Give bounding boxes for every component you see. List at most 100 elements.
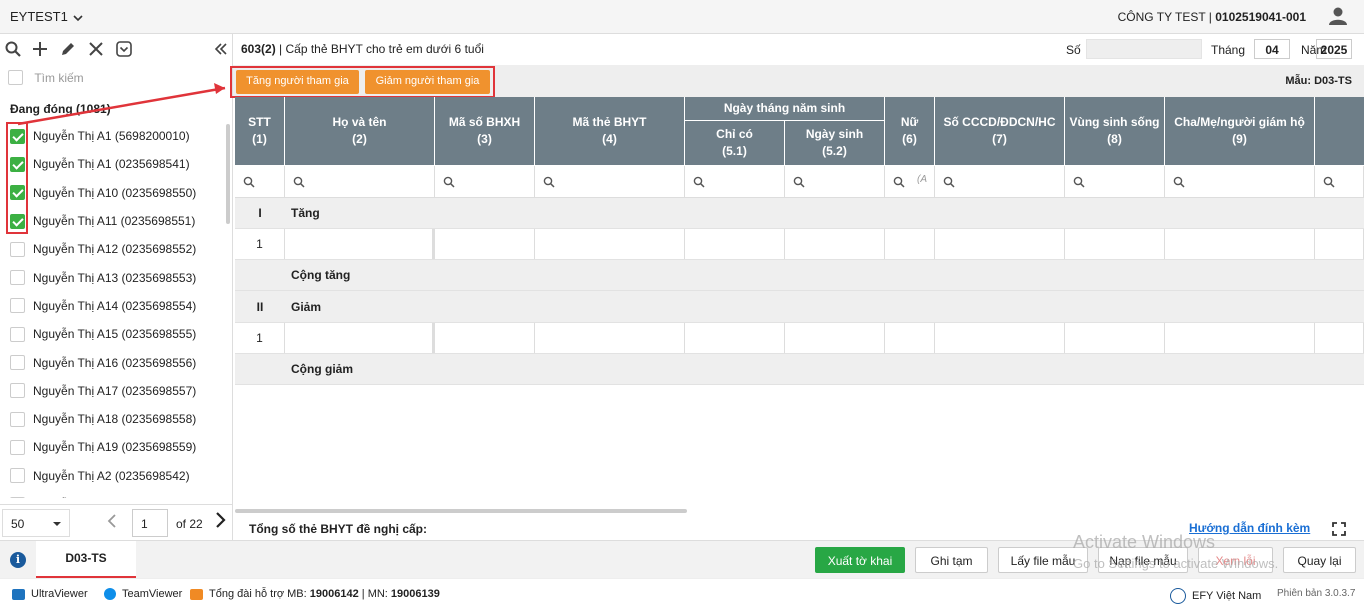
column-filter[interactable] (285, 166, 435, 198)
list-item[interactable]: Nguyễn Thị A2 (0235698542) (0, 462, 228, 490)
search-icon (1323, 176, 1335, 188)
info-icon[interactable]: i (10, 552, 26, 568)
horizontal-scrollbar[interactable] (235, 509, 687, 513)
hotline-label: Tổng đài hỗ trợ MB: (209, 588, 310, 600)
column-filter[interactable] (1065, 166, 1165, 198)
dropdown-box-icon[interactable] (115, 40, 133, 58)
table-row[interactable]: 1 (235, 229, 1364, 260)
list-scrollbar[interactable] (226, 124, 230, 224)
tab-d03-ts[interactable]: D03-TS (36, 541, 136, 578)
column-filter[interactable] (685, 166, 785, 198)
form-title: | Cấp thẻ BHYT cho trẻ em dưới 6 tuổi (275, 42, 484, 56)
page-size-select[interactable]: 50 (2, 509, 70, 537)
year-input[interactable]: 2025 (1316, 39, 1352, 59)
column-filter[interactable] (235, 166, 285, 198)
list-item[interactable]: Nguyễn Thị A10 (0235698550) (0, 179, 228, 207)
person-checkbox[interactable] (10, 439, 25, 455)
teamviewer-link[interactable]: TeamViewer (104, 588, 182, 601)
ultraviewer-link[interactable]: UltraViewer (12, 588, 88, 600)
person-checkbox[interactable] (10, 383, 25, 399)
column-filter[interactable] (535, 166, 685, 198)
list-item[interactable]: Nguyễn Thị A17 (0235698557) (0, 377, 228, 405)
column-filter[interactable] (1315, 166, 1364, 198)
list-item[interactable]: Nguyễn Thị A14 (0235698554) (0, 292, 228, 320)
so-input[interactable] (1086, 39, 1202, 59)
list-item[interactable]: Nguyễn Thị A13 (0235698553) (0, 263, 228, 291)
table-cell[interactable] (535, 323, 685, 353)
table-cell[interactable] (535, 229, 685, 259)
table-cell[interactable] (1165, 229, 1315, 259)
person-checkbox[interactable] (10, 270, 25, 286)
column-filter[interactable]: (A (885, 166, 935, 198)
section-label: Tăng (291, 206, 320, 220)
bottom-bar: i D03-TS Xuất tờ khai Ghi tạm Lấy file m… (0, 540, 1364, 578)
table-cell[interactable] (435, 323, 535, 353)
sidebar-search[interactable]: Tìm kiếm (8, 70, 228, 90)
list-item[interactable]: Nguyễn Thị A16 (0235698556) (0, 348, 228, 376)
table-cell[interactable] (785, 229, 885, 259)
app-switcher[interactable]: EYTEST1 (10, 9, 83, 24)
list-item[interactable]: Nguyễn Thị A20 (0235698560) (0, 490, 228, 498)
table-cell[interactable] (685, 323, 785, 353)
list-item[interactable]: Nguyễn Thị A1 (5698200010) (0, 122, 228, 150)
list-item[interactable]: Nguyễn Thị A1 (0235698541) (0, 150, 228, 178)
table-cell[interactable] (285, 229, 435, 259)
table-cell[interactable] (1065, 229, 1165, 259)
save-draft-button[interactable]: Ghi tạm (915, 547, 988, 573)
search-icon (693, 176, 705, 188)
select-all-checkbox[interactable] (8, 70, 23, 86)
col-dob-full: Ngày sinh (5.2) (785, 121, 885, 166)
collapse-icon[interactable] (214, 40, 228, 58)
table-cell[interactable] (1315, 323, 1364, 353)
back-button[interactable]: Quay lại (1283, 547, 1356, 573)
table-cell[interactable] (1315, 229, 1364, 259)
load-template-button[interactable]: Nạp file mẫu (1098, 547, 1188, 573)
get-template-button[interactable]: Lấy file mẫu (998, 547, 1088, 573)
column-filter[interactable] (435, 166, 535, 198)
next-page-icon[interactable] (214, 511, 226, 529)
table-cell[interactable] (1065, 323, 1165, 353)
table-cell[interactable] (935, 323, 1065, 353)
add-icon[interactable] (31, 40, 49, 58)
person-checkbox[interactable] (10, 468, 25, 484)
user-icon[interactable] (1328, 6, 1348, 26)
list-item[interactable]: Nguyễn Thị A15 (0235698555) (0, 320, 228, 348)
prev-page-icon[interactable] (106, 513, 118, 529)
view-errors-button[interactable]: Xem lỗi (1198, 547, 1273, 573)
col-dob-year: Chỉ có (5.1) (685, 121, 785, 166)
table-cell[interactable] (1165, 323, 1315, 353)
table-cell[interactable] (785, 323, 885, 353)
col-stt: STT (1) (235, 97, 285, 166)
close-icon[interactable] (87, 40, 105, 58)
export-button[interactable]: Xuất tờ khai (815, 547, 905, 573)
person-checkbox[interactable] (10, 326, 25, 342)
month-input[interactable]: 04 (1254, 39, 1290, 59)
page-number-input[interactable]: 1 (132, 509, 168, 537)
col-female: Nữ (6) (885, 97, 935, 166)
table-cell[interactable] (885, 229, 935, 259)
search-icon[interactable] (4, 40, 22, 58)
column-filter[interactable] (935, 166, 1065, 198)
table-cell[interactable] (885, 323, 935, 353)
list-item[interactable]: Nguyễn Thị A19 (0235698559) (0, 433, 228, 461)
table-row[interactable]: 1 (235, 323, 1364, 354)
person-checkbox[interactable] (10, 355, 25, 371)
person-checkbox[interactable] (10, 298, 25, 314)
table-cell[interactable] (285, 323, 435, 353)
edit-icon[interactable] (59, 40, 77, 58)
column-filter[interactable] (1165, 166, 1315, 198)
person-checkbox[interactable] (10, 411, 25, 427)
table-cell[interactable] (935, 229, 1065, 259)
column-filter[interactable] (785, 166, 885, 198)
guide-link[interactable]: Hướng dẫn đính kèm (1189, 521, 1310, 535)
list-item[interactable]: Nguyễn Thị A12 (0235698552) (0, 235, 228, 263)
list-item[interactable]: Nguyễn Thị A18 (0235698558) (0, 405, 228, 433)
table-cell[interactable] (435, 229, 535, 259)
search-icon (943, 176, 955, 188)
table-cell[interactable] (685, 229, 785, 259)
list-item[interactable]: Nguyễn Thị A11 (0235698551) (0, 207, 228, 235)
person-checkbox[interactable] (10, 241, 25, 257)
person-checkbox[interactable] (10, 496, 25, 498)
fullscreen-icon[interactable] (1332, 522, 1346, 536)
efy-label: EFY Việt Nam (1192, 589, 1262, 602)
